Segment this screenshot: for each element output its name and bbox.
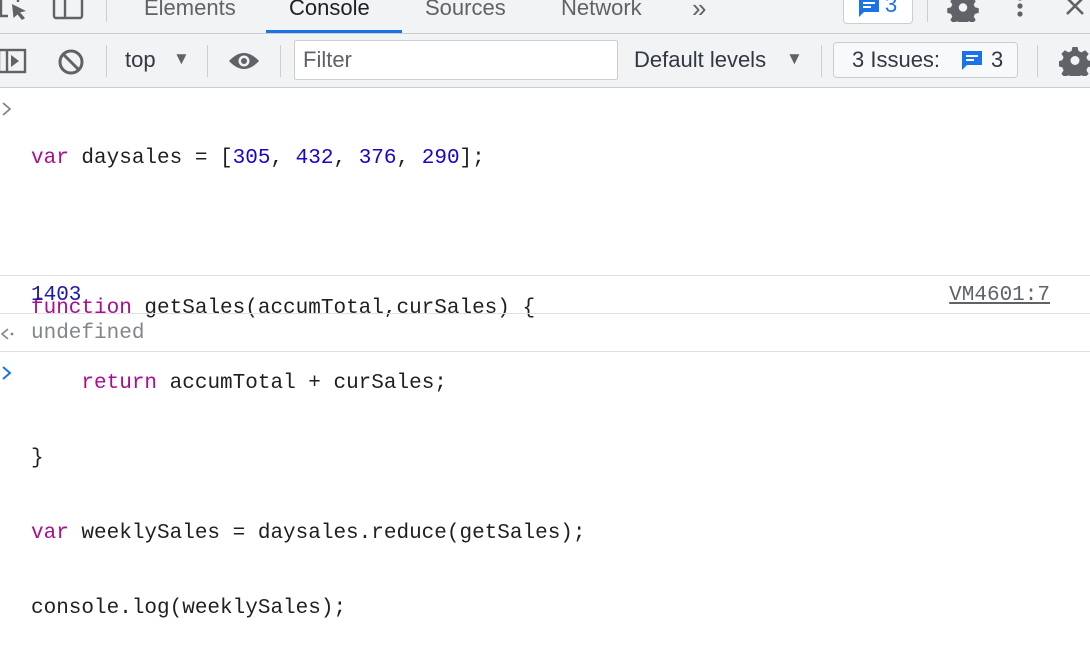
tab-sources[interactable]: Sources (425, 0, 506, 33)
sidebar-toggle-icon[interactable] (0, 47, 29, 75)
code-text: , (333, 147, 359, 170)
code-text: , (396, 147, 422, 170)
result-value: undefined (31, 322, 145, 345)
separator (927, 0, 928, 22)
code-number: 432 (295, 147, 334, 170)
code-line: var daysales = [305, 432, 376, 290]; (31, 146, 586, 171)
tab-network[interactable]: Network (561, 0, 642, 33)
messages-count: 3 (885, 0, 898, 17)
code-keyword: var (31, 147, 69, 170)
more-tabs-button[interactable]: » (692, 0, 706, 33)
separator (207, 45, 208, 77)
code-line: console.log(weeklySales); (31, 597, 347, 620)
code-line: var weeklySales = daysales.reduce(getSal… (31, 521, 586, 546)
tab-label: Elements (144, 0, 236, 20)
more-tabs-icon: » (692, 0, 707, 23)
issues-label: 3 Issues: (852, 47, 941, 72)
chevron-down-icon: ▼ (173, 49, 190, 68)
message-icon (859, 0, 879, 17)
separator (821, 45, 822, 77)
chevron-down-icon: ▼ (786, 49, 803, 68)
log-levels-dropdown[interactable]: Default levels ▼ (634, 45, 809, 77)
close-icon[interactable] (1063, 0, 1087, 18)
separator (1037, 45, 1038, 77)
separator (280, 45, 281, 77)
code-keyword: var (31, 522, 69, 545)
console-log-entry: 1403 VM4601:7 (0, 276, 1090, 314)
code-number: 305 (232, 147, 271, 170)
issues-count: 3 (991, 47, 1004, 72)
tab-label: Sources (425, 0, 506, 20)
code-text: weeklySales = daysales.reduce(getSales); (68, 522, 586, 545)
devtools-tab-bar: Elements Console Sources Network » 3 (0, 0, 1090, 34)
log-value: 1403 (31, 284, 82, 307)
prompt-chevron-icon (2, 366, 12, 380)
log-levels-label: Default levels (634, 47, 767, 72)
gear-icon[interactable] (947, 0, 979, 22)
console-result-entry: undefined (0, 314, 1090, 352)
device-toolbar-icon[interactable] (52, 0, 84, 22)
code-line: } (31, 447, 44, 470)
context-label: top (125, 47, 156, 72)
console-input-entry: var daysales = [305, 432, 376, 290]; fun… (0, 88, 1090, 620)
console-toolbar: top ▼ Default levels ▼ 3 Issues: 3 (0, 34, 1090, 88)
message-icon (962, 51, 982, 70)
code-number: 376 (358, 147, 397, 170)
messages-badge[interactable]: 3 (843, 0, 913, 24)
input-prompt-icon (2, 102, 12, 116)
code-text: , (270, 147, 296, 170)
result-arrow-icon (0, 328, 14, 340)
console-prompt[interactable] (0, 352, 1090, 392)
tab-label: Console (289, 0, 370, 20)
tab-console[interactable]: Console (266, 0, 402, 33)
tab-label: Network (561, 0, 642, 20)
gear-icon[interactable] (1059, 44, 1090, 76)
filter-input[interactable] (294, 40, 618, 80)
kebab-menu-icon[interactable] (1014, 0, 1026, 22)
issues-button[interactable]: 3 Issues: 3 (833, 42, 1018, 78)
inspect-element-icon[interactable] (0, 0, 30, 22)
tab-elements[interactable]: Elements (144, 0, 236, 33)
code-text: daysales = [ (68, 147, 233, 170)
source-link[interactable]: VM4601:7 (949, 284, 1050, 307)
separator (106, 0, 107, 22)
eye-icon[interactable] (227, 50, 261, 72)
code-text: ]; (459, 147, 485, 170)
code-number: 290 (421, 147, 460, 170)
separator (106, 45, 107, 77)
context-selector[interactable]: top ▼ (125, 45, 195, 77)
clear-console-icon[interactable] (56, 47, 86, 77)
